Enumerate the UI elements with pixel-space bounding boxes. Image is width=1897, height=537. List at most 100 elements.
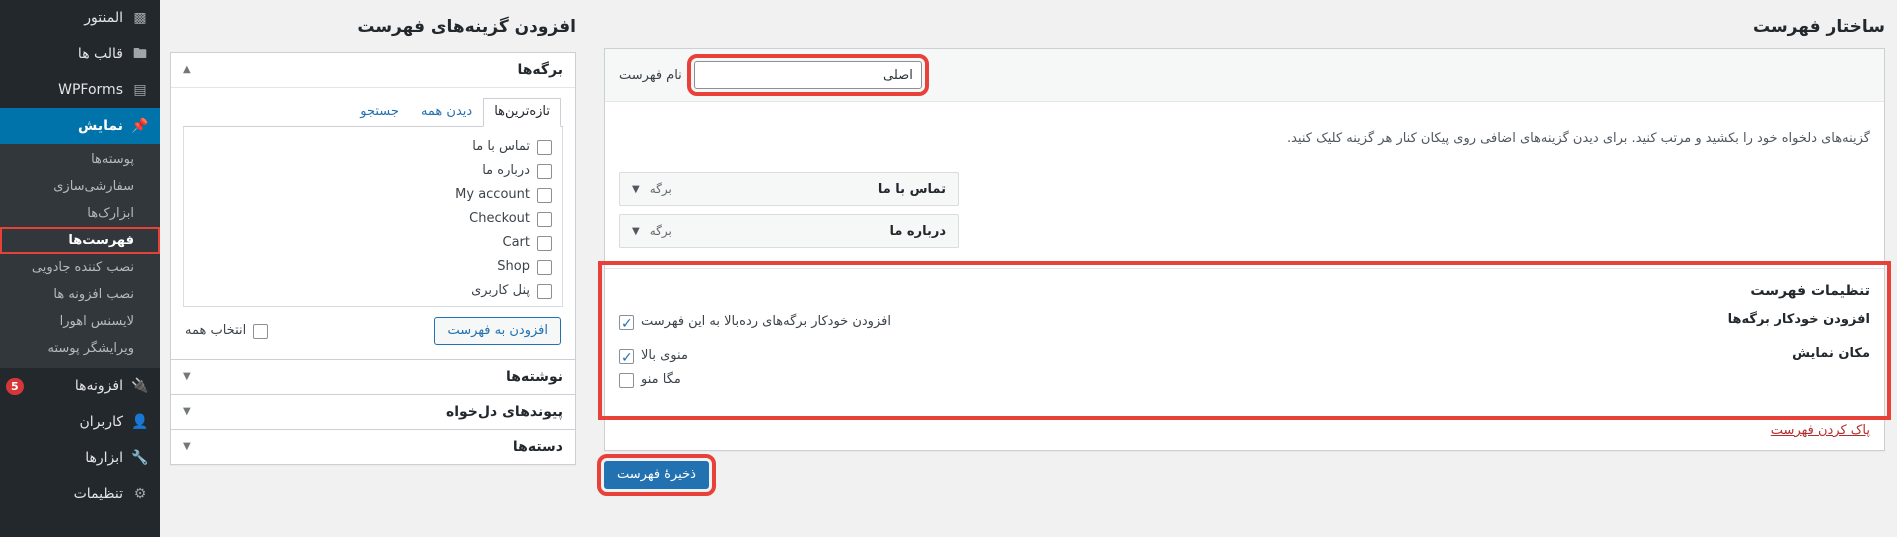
- sidebar-subitem-menus[interactable]: فهرست‌ها: [0, 227, 160, 254]
- elementor-icon: ▩: [133, 10, 147, 26]
- users-icon: 👤: [131, 414, 149, 430]
- list-item[interactable]: درباره ما: [194, 159, 552, 183]
- menu-item-title: درباره ما: [889, 223, 946, 239]
- list-item-label: Checkout: [469, 211, 530, 226]
- categories-postbox: دسته‌ها ▼: [170, 430, 576, 465]
- custom-links-postbox-header[interactable]: پیوندهای دل‌خواه ▼: [171, 395, 575, 429]
- menu-settings-title: تنظیمات فهرست: [1750, 283, 1870, 299]
- categories-postbox-title: دسته‌ها: [512, 439, 563, 455]
- sidebar-subitem-customize[interactable]: سفارشی‌سازی: [0, 173, 160, 200]
- menu-item-type: برگه: [649, 182, 672, 196]
- location-option-top-menu[interactable]: منوی بالا: [619, 345, 1690, 369]
- sidebar-subitem-label: سفارشی‌سازی: [53, 179, 134, 194]
- checkbox-icon[interactable]: [537, 283, 552, 299]
- pages-postbox-title: برگه‌ها: [517, 62, 563, 78]
- chevron-down-icon[interactable]: ▼: [183, 407, 191, 417]
- sidebar-item-templates[interactable]: 🖿 قالب ها: [0, 36, 160, 72]
- add-to-menu-button[interactable]: افزودن به فهرست: [434, 317, 561, 345]
- sidebar-subitem-magic-installer[interactable]: نصب کننده جادویی: [0, 254, 160, 281]
- list-item-label: پنل کاربری: [471, 283, 530, 298]
- auto-add-pages-option[interactable]: افزودن خودکار برگه‌های رده‌بالا به این ف…: [619, 311, 1690, 335]
- sidebar-subitem-themes[interactable]: پوسته‌ها: [0, 146, 160, 173]
- list-item-label: My account: [455, 187, 530, 202]
- posts-postbox-title: نوشته‌ها: [506, 369, 563, 385]
- location-option-mega-menu[interactable]: مگا منو: [619, 369, 1690, 391]
- menu-item-row[interactable]: درباره ما برگه ▼: [619, 214, 959, 248]
- tab-most-recent[interactable]: تازه‌ترین‌ها: [483, 98, 561, 127]
- list-item[interactable]: Checkout: [194, 207, 552, 231]
- select-all-label: انتخاب همه: [185, 323, 247, 338]
- list-item[interactable]: Cart: [194, 231, 552, 255]
- sidebar-subitem-ahoora-license[interactable]: لایسنس اهورا: [0, 308, 160, 335]
- list-item-label: تماس با ما: [472, 139, 530, 154]
- checkbox-icon[interactable]: [619, 313, 634, 335]
- list-item[interactable]: پنل کاربری: [194, 279, 552, 303]
- pages-checkbox-list: تماس با ما درباره ما My account Checkout…: [183, 127, 563, 307]
- list-item[interactable]: Shop: [194, 255, 552, 279]
- sidebar-item-label: کاربران: [79, 414, 123, 430]
- sidebar-item-elementor[interactable]: ▩ المنتور: [0, 0, 160, 36]
- plugins-icon: 🔌: [131, 378, 149, 394]
- tab-view-all[interactable]: دیدن همه: [410, 98, 483, 127]
- save-menu-button[interactable]: ذخیرهٔ فهرست: [597, 454, 716, 496]
- chevron-down-icon[interactable]: ▼: [183, 442, 191, 452]
- auto-add-pages-label: افزودن خودکار برگه‌ها: [1727, 312, 1870, 327]
- list-item-label: Cart: [502, 235, 531, 250]
- checkbox-icon[interactable]: [537, 163, 552, 179]
- menu-edit-panel: نام فهرست گزینه‌های دلخواه خود را بکشید …: [598, 48, 1891, 451]
- auto-add-pages-row: افزودن خودکار برگه‌ها افزودن خودکار برگه…: [619, 311, 1870, 335]
- menu-item-title: تماس با ما: [877, 181, 946, 197]
- chevron-up-icon[interactable]: ▲: [183, 65, 191, 75]
- menu-item-row[interactable]: تماس با ما برگه ▼: [619, 172, 959, 206]
- sidebar-item-appearance[interactable]: 📌 نمایش: [0, 108, 160, 144]
- checkbox-icon[interactable]: [537, 259, 552, 275]
- add-menu-items-column: افزودن گزینه‌های فهرست برگه‌ها ▲ تازه‌تر…: [160, 0, 590, 537]
- sidebar-subitem-label: فهرست‌ها: [68, 233, 134, 248]
- pages-postbox-header[interactable]: برگه‌ها ▲: [171, 53, 575, 88]
- sidebar-item-label: ابزارها: [85, 450, 123, 466]
- custom-links-postbox-title: پیوندهای دل‌خواه: [445, 404, 563, 420]
- sidebar-subitem-theme-editor[interactable]: ویرایشگر پوسته: [0, 335, 160, 362]
- checkbox-icon[interactable]: [537, 235, 552, 251]
- sidebar-item-tools[interactable]: 🔧 ابزارها: [0, 440, 160, 476]
- sidebar-item-users[interactable]: 👤 کاربران: [0, 404, 160, 440]
- checkbox-icon[interactable]: [537, 211, 552, 227]
- list-item[interactable]: تماس با ما: [194, 135, 552, 159]
- delete-menu-link[interactable]: پاک کردن فهرست: [1771, 423, 1870, 438]
- sidebar-item-label: المنتور: [84, 10, 123, 26]
- posts-postbox-header[interactable]: نوشته‌ها ▼: [171, 360, 575, 394]
- list-item[interactable]: My account: [194, 183, 552, 207]
- categories-postbox-header[interactable]: دسته‌ها ▼: [171, 430, 575, 464]
- folder-icon: 🖿: [133, 46, 147, 62]
- appearance-submenu: پوسته‌ها سفارشی‌سازی ابزارک‌ها فهرست‌ها …: [0, 144, 160, 368]
- select-all-row[interactable]: انتخاب همه: [185, 319, 269, 343]
- pages-postbox: برگه‌ها ▲ تازه‌ترین‌ها دیدن همه جستجو تم…: [170, 52, 576, 360]
- sidebar-subitem-widgets[interactable]: ابزارک‌ها: [0, 200, 160, 227]
- checkbox-icon[interactable]: [253, 323, 269, 339]
- checkbox-icon[interactable]: [537, 187, 552, 203]
- sidebar-item-settings[interactable]: ⚙ تنظیمات: [0, 476, 160, 512]
- chevron-down-icon[interactable]: ▼: [183, 372, 191, 382]
- tab-search[interactable]: جستجو: [349, 98, 410, 127]
- checkbox-icon[interactable]: [619, 372, 634, 388]
- sidebar-subitem-install-plugins[interactable]: نصب افزونه ها: [0, 281, 160, 308]
- forms-icon: ▤: [133, 82, 147, 98]
- settings-icon: ⚙: [133, 486, 147, 502]
- sidebar-item-label: WPForms: [58, 82, 123, 98]
- sidebar-subitem-label: لایسنس اهورا: [59, 314, 134, 329]
- structure-hint: گزینه‌های دلخواه خود را بکشید و مرتب کنی…: [1286, 131, 1870, 146]
- save-bar: ذخیرهٔ فهرست: [597, 454, 1885, 496]
- checkbox-icon[interactable]: [619, 347, 634, 369]
- sidebar-item-plugins[interactable]: 🔌 افزونه‌ها 5: [0, 368, 160, 404]
- checkbox-icon[interactable]: [537, 139, 552, 155]
- sidebar-item-wpforms[interactable]: ▤ WPForms: [0, 72, 160, 108]
- menu-name-input[interactable]: [686, 54, 929, 96]
- menu-items-list: تماس با ما برگه ▼ درباره ما برگه ▼: [605, 172, 1884, 268]
- sidebar-item-label: تنظیمات: [73, 486, 123, 502]
- pages-postbox-body: تازه‌ترین‌ها دیدن همه جستجو تماس با ما د…: [171, 88, 575, 359]
- appearance-pin-icon: 📌: [131, 118, 149, 134]
- chevron-down-icon[interactable]: ▼: [632, 184, 640, 195]
- posts-postbox: نوشته‌ها ▼: [170, 360, 576, 395]
- chevron-down-icon[interactable]: ▼: [632, 226, 640, 237]
- tools-icon: 🔧: [131, 450, 149, 466]
